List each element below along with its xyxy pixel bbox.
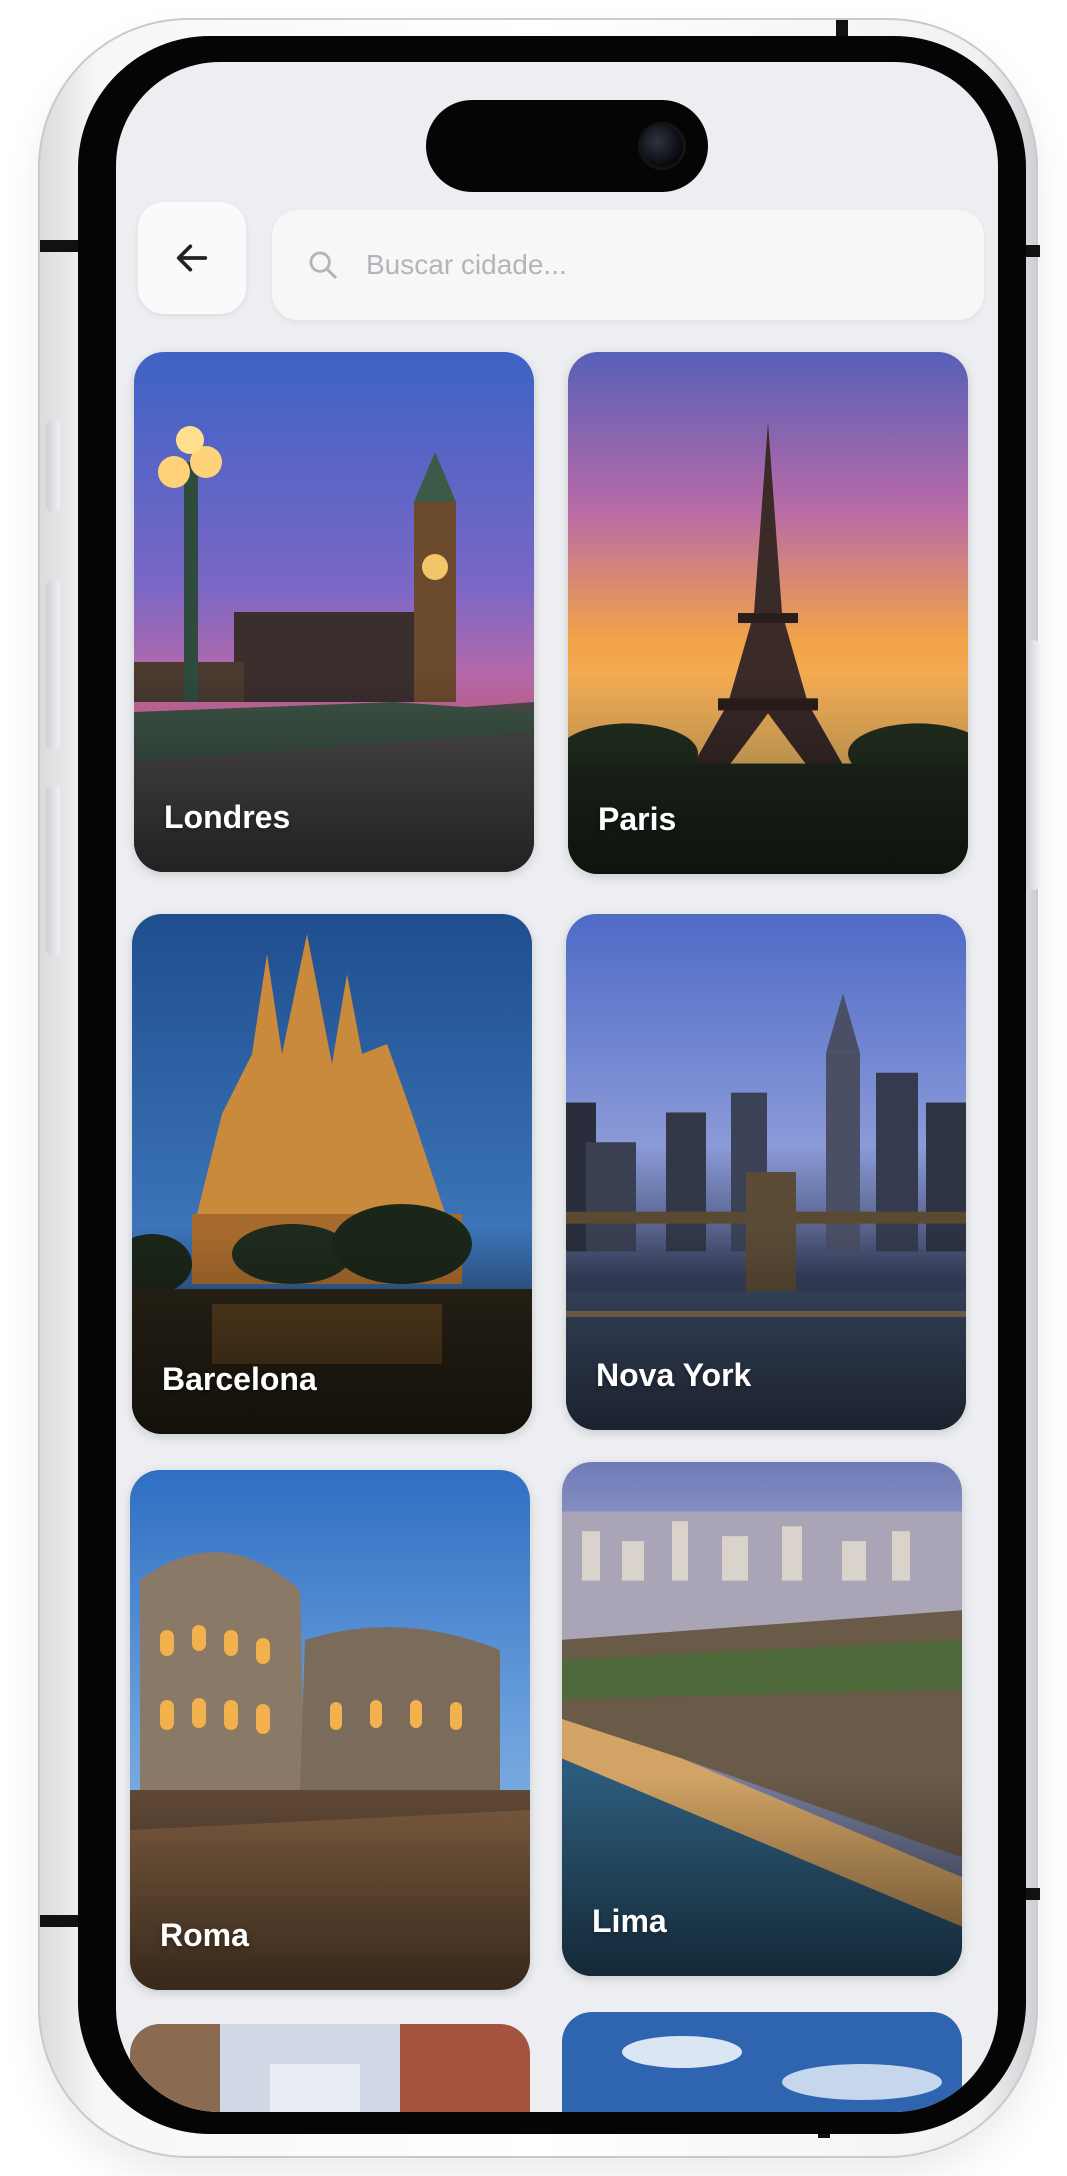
city-name: Nova York — [596, 1357, 752, 1393]
city-photo — [130, 2024, 530, 2112]
side-button-power — [1026, 640, 1040, 890]
card-shade — [130, 1790, 530, 1990]
side-button-volume-up — [46, 580, 60, 750]
card-shade — [134, 672, 534, 872]
city-card-partial[interactable] — [562, 2012, 962, 2112]
city-name: Barcelona — [162, 1361, 317, 1397]
city-name: Lima — [592, 1903, 667, 1939]
city-name: Londres — [164, 799, 291, 835]
search-input[interactable] — [364, 248, 968, 282]
back-button[interactable] — [138, 202, 246, 314]
city-card-nova-york[interactable]: Nova York — [566, 914, 966, 1430]
card-shade — [562, 1776, 962, 1976]
city-name: Roma — [160, 1917, 249, 1953]
city-card-partial[interactable] — [130, 2024, 530, 2112]
card-shade — [566, 1230, 966, 1430]
city-card-lima[interactable]: Lima — [562, 1462, 962, 1976]
city-card-paris[interactable]: Paris — [568, 352, 968, 874]
card-shade — [568, 674, 968, 874]
city-card-barcelona[interactable]: Barcelona — [132, 914, 532, 1434]
search-bar[interactable] — [272, 210, 984, 320]
city-card-londres[interactable]: Londres — [134, 352, 534, 872]
arrow-left-icon — [176, 244, 208, 272]
city-card-roma[interactable]: Roma — [130, 1470, 530, 1990]
card-shade — [132, 1234, 532, 1434]
city-photo — [562, 2012, 962, 2112]
dynamic-island — [426, 100, 708, 192]
search-icon — [309, 251, 337, 279]
side-button-action — [46, 420, 60, 512]
city-name: Paris — [598, 801, 677, 837]
side-button-volume-down — [46, 785, 60, 955]
app-screen: Londres Paris — [116, 62, 998, 2112]
camera-icon — [638, 122, 686, 170]
